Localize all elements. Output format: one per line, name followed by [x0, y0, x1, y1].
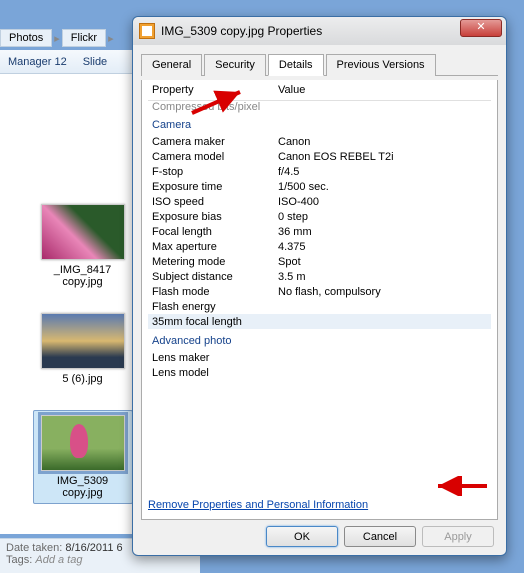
property-value: f/4.5	[278, 166, 491, 178]
property-value: ISO-400	[278, 196, 491, 208]
header-value: Value	[278, 84, 491, 96]
section-header: Camera	[148, 113, 491, 134]
thumbnail-label: IMG_5309 copy.jpg	[38, 475, 128, 499]
property-name: Flash energy	[148, 301, 278, 313]
ok-button[interactable]: OK	[266, 526, 338, 547]
property-list[interactable]: Compressed bits/pixelCameraCamera makerC…	[148, 101, 491, 491]
property-name: Exposure time	[148, 181, 278, 193]
property-name: Focal length	[148, 226, 278, 238]
property-row[interactable]: Camera modelCanon EOS REBEL T2i	[148, 149, 491, 164]
property-name: Flash mode	[148, 286, 278, 298]
property-value: 36 mm	[278, 226, 491, 238]
toolbar-item[interactable]: Manager 12	[0, 56, 75, 68]
property-value	[278, 301, 491, 313]
details-panel: Property Value Compressed bits/pixelCame…	[141, 80, 498, 520]
remove-properties-link[interactable]: Remove Properties and Personal Informati…	[148, 499, 368, 511]
property-row[interactable]: Subject distance3.5 m	[148, 269, 491, 284]
toolbar-item[interactable]: Slide	[75, 56, 115, 68]
titlebar[interactable]: IMG_5309 copy.jpg Properties ✕	[133, 17, 506, 45]
property-value: 1/500 sec.	[278, 181, 491, 193]
property-value: 0 step	[278, 211, 491, 223]
thumbnail[interactable]: 5 (6).jpg	[33, 313, 133, 385]
property-value	[278, 316, 491, 328]
property-value	[278, 367, 491, 379]
thumbnail-label: 5 (6).jpg	[33, 373, 133, 385]
breadcrumb-item[interactable]: Flickr	[62, 29, 106, 47]
properties-dialog: IMG_5309 copy.jpg Properties ✕ GeneralSe…	[132, 16, 507, 556]
thumbnail[interactable]: _IMG_8417 copy.jpg	[33, 204, 133, 288]
property-name: Max aperture	[148, 241, 278, 253]
add-tag-link[interactable]: Add a tag	[35, 554, 82, 566]
tab-security[interactable]: Security	[204, 54, 266, 76]
property-row[interactable]: Metering modeSpot	[148, 254, 491, 269]
breadcrumb-item[interactable]: Photos	[0, 29, 52, 47]
date-taken-label: Date taken:	[6, 542, 62, 554]
property-value: 3.5 m	[278, 271, 491, 283]
property-row[interactable]: Max aperture4.375	[148, 239, 491, 254]
property-value: Canon	[278, 136, 491, 148]
property-header: Property Value	[148, 80, 491, 101]
property-row[interactable]: ISO speedISO-400	[148, 194, 491, 209]
chevron-right-icon: ▸	[106, 32, 116, 45]
property-name: Camera model	[148, 151, 278, 163]
tab-previous-versions[interactable]: Previous Versions	[326, 54, 436, 76]
thumbnail-image	[41, 204, 125, 260]
property-name: Lens maker	[148, 352, 278, 364]
property-row[interactable]: F-stopf/4.5	[148, 164, 491, 179]
window-title: IMG_5309 copy.jpg Properties	[161, 24, 322, 38]
cancel-button[interactable]: Cancel	[344, 526, 416, 547]
property-row: Compressed bits/pixel	[148, 101, 491, 113]
thumbnail[interactable]: IMG_5309 copy.jpg	[33, 410, 133, 504]
property-name: Metering mode	[148, 256, 278, 268]
tab-general[interactable]: General	[141, 54, 202, 76]
property-row[interactable]: Focal length36 mm	[148, 224, 491, 239]
property-name: Exposure bias	[148, 211, 278, 223]
tab-details[interactable]: Details	[268, 54, 324, 76]
date-taken-value: 8/16/2011 6	[65, 542, 122, 554]
header-property: Property	[148, 84, 278, 96]
property-row[interactable]: Flash energy	[148, 299, 491, 314]
file-icon	[139, 23, 155, 39]
property-row[interactable]: Lens maker	[148, 350, 491, 365]
property-name: F-stop	[148, 166, 278, 178]
property-name: Camera maker	[148, 136, 278, 148]
section-header: Advanced photo	[148, 329, 491, 350]
property-value: 4.375	[278, 241, 491, 253]
property-row[interactable]: 35mm focal length	[148, 314, 491, 329]
apply-button[interactable]: Apply	[422, 526, 494, 547]
chevron-right-icon: ▸	[52, 32, 62, 45]
property-row[interactable]: Exposure bias0 step	[148, 209, 491, 224]
thumbnail-image	[41, 313, 125, 369]
thumbnail-label: _IMG_8417 copy.jpg	[33, 264, 133, 288]
close-button[interactable]: ✕	[460, 19, 502, 37]
property-name: 35mm focal length	[148, 316, 278, 328]
property-name: Lens model	[148, 367, 278, 379]
tags-label: Tags:	[6, 554, 32, 566]
property-row[interactable]: Lens model	[148, 365, 491, 380]
property-value: No flash, compulsory	[278, 286, 491, 298]
property-value: Canon EOS REBEL T2i	[278, 151, 491, 163]
property-value: Spot	[278, 256, 491, 268]
property-row[interactable]: Camera makerCanon	[148, 134, 491, 149]
property-name: Subject distance	[148, 271, 278, 283]
property-row[interactable]: Exposure time1/500 sec.	[148, 179, 491, 194]
property-row[interactable]: Flash modeNo flash, compulsory	[148, 284, 491, 299]
property-name: ISO speed	[148, 196, 278, 208]
property-value	[278, 352, 491, 364]
tabs: GeneralSecurityDetailsPrevious Versions	[141, 53, 498, 76]
breadcrumb[interactable]: Photos ▸ Flickr ▸	[0, 28, 116, 48]
thumbnail-image	[41, 415, 125, 471]
